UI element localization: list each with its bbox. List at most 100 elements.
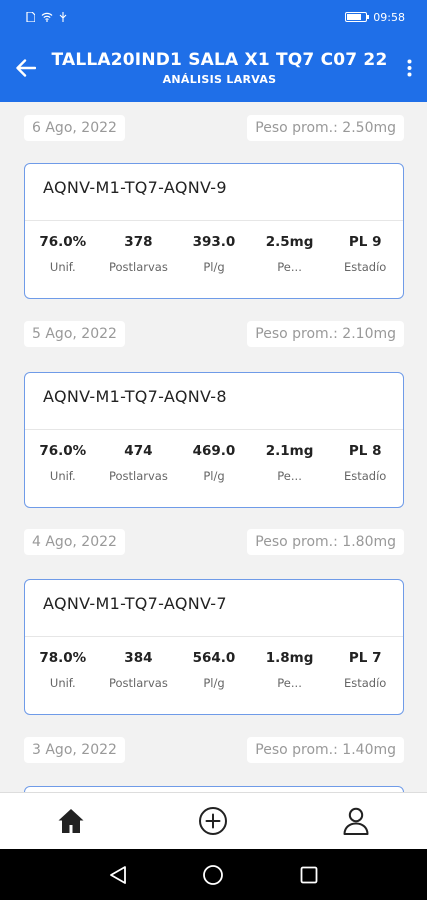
status-bar: 09:58 bbox=[0, 0, 427, 34]
bottom-navigation bbox=[0, 792, 427, 849]
stat-label: Pl/g bbox=[203, 676, 225, 690]
stat-value: 393.0 bbox=[192, 234, 236, 250]
stat-stage: PL 8 Estadío bbox=[327, 443, 403, 483]
system-home-button[interactable] bbox=[193, 855, 233, 895]
stat-label: Estadío bbox=[343, 469, 387, 483]
stat-label: Unif. bbox=[49, 676, 76, 690]
nav-home-button[interactable] bbox=[41, 793, 101, 850]
entry-date: 6 Ago, 2022 bbox=[24, 115, 125, 141]
entry-meta-row: 3 Ago, 2022 Peso prom.: 1.40mg bbox=[24, 737, 404, 763]
entry-date: 3 Ago, 2022 bbox=[24, 737, 125, 763]
card-title: AQNV-M1-TQ7-AQNV-7 bbox=[43, 594, 227, 613]
stat-value: 78.0% bbox=[39, 650, 87, 666]
entry-date: 4 Ago, 2022 bbox=[24, 529, 125, 555]
status-icons-right: 09:58 bbox=[345, 11, 405, 24]
stat-uniformity: 76.0% Unif. bbox=[25, 443, 101, 483]
stat-label: Pe... bbox=[277, 260, 302, 274]
overflow-menu-button[interactable] bbox=[391, 34, 427, 102]
home-circle-icon bbox=[203, 864, 224, 885]
stat-label: Pl/g bbox=[203, 469, 225, 483]
entry-meta-row: 5 Ago, 2022 Peso prom.: 2.10mg bbox=[24, 321, 404, 347]
stat-label: Unif. bbox=[49, 469, 76, 483]
stat-value: 2.5mg bbox=[265, 234, 314, 250]
entry-meta-row: 4 Ago, 2022 Peso prom.: 1.80mg bbox=[24, 529, 404, 555]
stat-stage: PL 9 Estadío bbox=[327, 234, 403, 274]
entry-avg-weight: Peso prom.: 1.40mg bbox=[247, 737, 404, 763]
arrow-left-icon bbox=[16, 59, 36, 77]
title-block: TALLA20IND1 SALA X1 TQ7 C07 22 ANÁLISIS … bbox=[51, 50, 391, 86]
analysis-card[interactable]: AQNV-M1-TQ7-AQNV-9 76.0% Unif. 378 Postlar… bbox=[24, 163, 404, 299]
status-icons-left bbox=[26, 11, 67, 23]
stat-value: 76.0% bbox=[39, 443, 87, 459]
stat-postlarvae: 474 Postlarvas bbox=[101, 443, 177, 483]
stat-label: Postlarvas bbox=[108, 469, 168, 483]
usb-icon bbox=[59, 11, 67, 22]
stat-stage: PL 7 Estadío bbox=[327, 650, 403, 690]
stat-label: Unif. bbox=[49, 260, 76, 274]
home-icon bbox=[58, 809, 84, 833]
profile-icon bbox=[343, 807, 369, 835]
stat-pl-per-gram: 469.0 Pl/g bbox=[176, 443, 252, 483]
card-title: AQNV-M1-TQ7-AQNV-9 bbox=[43, 178, 227, 197]
stat-label: Pe... bbox=[277, 469, 302, 483]
entry-avg-weight: Peso prom.: 2.50mg bbox=[247, 115, 404, 141]
stat-value: 76.0% bbox=[39, 234, 87, 250]
system-back-button[interactable] bbox=[98, 855, 138, 895]
page-subtitle: ANÁLISIS LARVAS bbox=[162, 73, 277, 86]
stat-uniformity: 78.0% Unif. bbox=[25, 650, 101, 690]
stat-value: 2.1mg bbox=[265, 443, 314, 459]
stat-label: Pe... bbox=[277, 676, 302, 690]
stat-value: 1.8mg bbox=[265, 650, 314, 666]
analysis-list[interactable]: 6 Ago, 2022 Peso prom.: 2.50mg AQNV-M1-T… bbox=[0, 102, 427, 792]
system-navigation-bar bbox=[0, 849, 427, 900]
card-divider bbox=[25, 429, 403, 430]
stat-value: PL 8 bbox=[348, 443, 382, 459]
stat-value: 469.0 bbox=[192, 443, 236, 459]
analysis-card[interactable]: AQNV-M1-TQ7-AQNV-8 76.0% Unif. 474 Postlar… bbox=[24, 372, 404, 508]
add-circle-icon bbox=[199, 807, 228, 835]
stat-label: Postlarvas bbox=[108, 260, 168, 274]
system-recents-button[interactable] bbox=[289, 855, 329, 895]
stat-value: PL 7 bbox=[348, 650, 382, 666]
more-vertical-icon bbox=[407, 59, 412, 77]
stat-label: Pl/g bbox=[203, 260, 225, 274]
stat-value: 378 bbox=[124, 234, 153, 250]
card-stats: 76.0% Unif. 474 Postlarvas 469.0 Pl/g 2.1mg… bbox=[25, 443, 403, 483]
card-divider bbox=[25, 636, 403, 637]
status-time: 09:58 bbox=[373, 10, 405, 24]
card-divider bbox=[25, 220, 403, 221]
stat-postlarvae: 384 Postlarvas bbox=[101, 650, 177, 690]
wifi-icon bbox=[41, 12, 53, 22]
card-title: AQNV-M1-TQ7-AQNV-8 bbox=[43, 387, 227, 406]
stat-postlarvae: 378 Postlarvas bbox=[101, 234, 177, 274]
stat-pl-per-gram: 564.0 Pl/g bbox=[176, 650, 252, 690]
entry-avg-weight: Peso prom.: 1.80mg bbox=[247, 529, 404, 555]
back-button[interactable] bbox=[0, 34, 51, 102]
entry-avg-weight: Peso prom.: 2.10mg bbox=[247, 321, 404, 347]
back-triangle-icon bbox=[109, 865, 126, 884]
stat-value: 564.0 bbox=[192, 650, 236, 666]
stat-value: 474 bbox=[124, 443, 153, 459]
stat-weight: 2.1mg Pe... bbox=[252, 443, 328, 483]
app-bar: TALLA20IND1 SALA X1 TQ7 C07 22 ANÁLISIS … bbox=[0, 34, 427, 102]
page-title: TALLA20IND1 SALA X1 TQ7 C07 22 bbox=[51, 50, 388, 70]
stat-pl-per-gram: 393.0 Pl/g bbox=[176, 234, 252, 274]
stat-label: Estadío bbox=[343, 676, 387, 690]
nav-profile-button[interactable] bbox=[326, 793, 386, 850]
stat-weight: 2.5mg Pe... bbox=[252, 234, 328, 274]
sim-icon bbox=[26, 12, 35, 22]
stat-value: PL 9 bbox=[348, 234, 382, 250]
card-stats: 78.0% Unif. 384 Postlarvas 564.0 Pl/g 1.8mg… bbox=[25, 650, 403, 690]
entry-meta-row: 6 Ago, 2022 Peso prom.: 2.50mg bbox=[24, 115, 404, 141]
stat-value: 384 bbox=[124, 650, 153, 666]
recents-square-icon bbox=[300, 866, 318, 883]
stat-label: Postlarvas bbox=[108, 676, 168, 690]
stat-uniformity: 76.0% Unif. bbox=[25, 234, 101, 274]
card-stats: 76.0% Unif. 378 Postlarvas 393.0 Pl/g 2.5mg… bbox=[25, 234, 403, 274]
nav-add-button[interactable] bbox=[183, 793, 243, 850]
stat-label: Estadío bbox=[343, 260, 387, 274]
analysis-card[interactable]: AQNV-M1-TQ7-AQNV-7 78.0% Unif. 384 Postlar… bbox=[24, 579, 404, 715]
stat-weight: 1.8mg Pe... bbox=[252, 650, 328, 690]
entry-date: 5 Ago, 2022 bbox=[24, 321, 125, 347]
battery-icon bbox=[345, 12, 370, 22]
